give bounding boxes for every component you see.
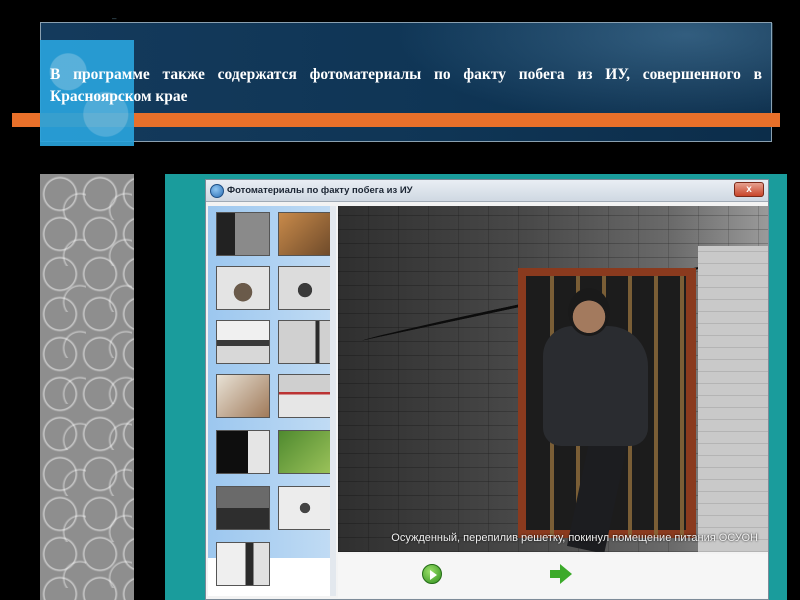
thumbnail-9[interactable] [216, 430, 270, 474]
thumbnail-10[interactable] [278, 430, 332, 474]
thumbnail-8[interactable] [278, 374, 332, 418]
thumbnail-scrollbar[interactable] [330, 206, 336, 596]
window-title: Фотоматериалы по факту побега из ИУ [227, 185, 413, 196]
next-button[interactable] [550, 564, 572, 584]
thumbnail-7[interactable] [216, 374, 270, 418]
navigation-bar [338, 554, 768, 598]
main-photo: Осужденный, перепилив решетку, покинул п… [338, 206, 768, 552]
person-head [568, 288, 610, 336]
thumbnail-4[interactable] [278, 266, 332, 310]
photo-caption: Осужденный, перепилив решетку, покинул п… [391, 532, 758, 544]
close-icon: x [746, 184, 752, 195]
thumbnail-5[interactable] [216, 320, 270, 364]
close-button[interactable]: x [734, 182, 764, 197]
white-brick-wall [698, 246, 768, 552]
thumbnail-12[interactable] [278, 486, 332, 530]
thumbnail-3[interactable] [216, 266, 270, 310]
thumbnail-panel [208, 206, 336, 596]
decorative-circle-pattern [40, 174, 134, 600]
thumbnail-2[interactable] [278, 212, 332, 256]
thumbnail-13[interactable] [216, 542, 270, 586]
photo-viewer-window: Фотоматериалы по факту побега из ИУ x Ос… [205, 179, 769, 600]
thumbnail-11[interactable] [216, 486, 270, 530]
thumbnail-1[interactable] [216, 212, 270, 256]
app-icon [210, 184, 224, 198]
slide-title: В программе также содержатся фотоматериа… [50, 66, 762, 105]
thumbnail-6[interactable] [278, 320, 332, 364]
window-titlebar[interactable]: Фотоматериалы по факту побега из ИУ x [206, 180, 768, 202]
person-body [543, 326, 648, 446]
play-button[interactable] [422, 564, 442, 584]
